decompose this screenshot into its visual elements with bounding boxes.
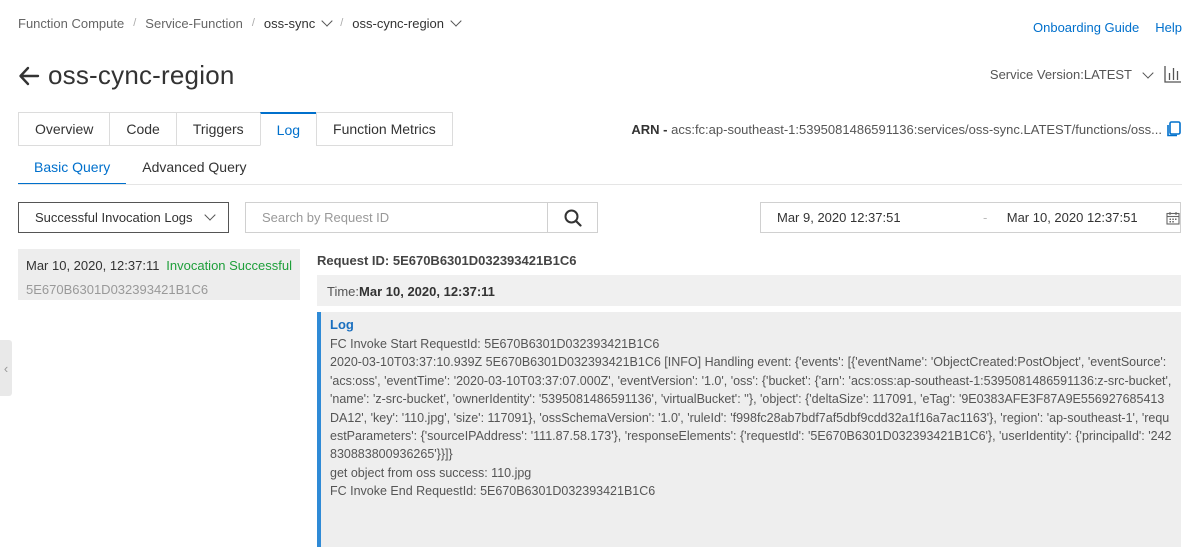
search-button[interactable]: [547, 203, 597, 232]
subtab-divider: [18, 184, 1182, 185]
log-line: FC Invoke End RequestId: 5E670B6301D0323…: [330, 484, 656, 499]
function-tabs: Overview Code Triggers Log Function Metr…: [18, 112, 453, 146]
request-list-item[interactable]: Mar 10, 2020, 12:37:11 Invocation Succes…: [18, 249, 300, 300]
query-subtabs: Basic Query Advanced Query: [18, 154, 263, 185]
log-line: 2020-03-10T03:37:10.939Z 5E670B6301D0323…: [330, 355, 1175, 462]
service-version-label: Service Version:LATEST: [989, 67, 1132, 82]
detail-time: Time:Mar 10, 2020, 12:37:11: [317, 275, 1181, 306]
arn-label: ARN -: [631, 122, 668, 137]
log-type-select[interactable]: Successful Invocation Logs: [18, 202, 229, 233]
onboarding-guide-link[interactable]: Onboarding Guide: [1033, 20, 1139, 35]
tab-code[interactable]: Code: [109, 112, 176, 146]
breadcrumb-function-label: oss-cync-region: [352, 15, 445, 31]
log-line: get object from oss success: 110.jpg: [330, 465, 532, 480]
calendar-icon[interactable]: [1166, 211, 1180, 225]
request-id: 5E670B6301D032393421B1C6: [26, 282, 209, 297]
back-arrow-icon[interactable]: [18, 65, 40, 87]
request-summary: Mar 10, 2020, 12:37:11 Invocation Succes…: [26, 258, 292, 273]
breadcrumb-separator: /: [251, 17, 255, 29]
breadcrumb-function-compute[interactable]: Function Compute: [18, 16, 124, 31]
search-icon: [564, 209, 582, 227]
service-version-dropdown[interactable]: Service Version:LATEST: [989, 66, 1154, 82]
help-link[interactable]: Help: [1155, 20, 1182, 35]
tab-overview[interactable]: Overview: [18, 112, 110, 146]
tab-log[interactable]: Log: [259, 112, 317, 146]
date-start[interactable]: Mar 9, 2020 12:37:51: [777, 210, 964, 225]
title-row: oss-cync-region: [18, 60, 235, 91]
log-panel: Log FC Invoke Start RequestId: 5E670B630…: [317, 312, 1181, 547]
request-time: Mar 10, 2020, 12:37:11: [26, 258, 160, 273]
top-links: Onboarding Guide Help: [1033, 20, 1182, 35]
subtab-basic-query[interactable]: Basic Query: [18, 154, 127, 185]
request-status: Invocation Successful: [166, 258, 292, 273]
log-type-value: Successful Invocation Logs: [35, 210, 193, 225]
detail-time-value: Mar 10, 2020, 12:37:11: [359, 284, 495, 299]
breadcrumb-separator: /: [133, 17, 137, 29]
breadcrumb-separator: /: [340, 17, 344, 29]
chevron-down-icon: [321, 14, 333, 27]
request-id-search: [245, 202, 598, 233]
chevron-down-icon: [450, 14, 462, 27]
page-title: oss-cync-region: [48, 60, 235, 90]
breadcrumb-function-dropdown[interactable]: oss-cync-region: [352, 14, 462, 31]
chevron-left-icon: ‹: [3, 360, 9, 376]
detail-time-label: Time:: [327, 284, 360, 299]
detail-request-id: Request ID: 5E670B6301D032393421B1C6: [317, 253, 577, 268]
arn-text: ARN - acs:fc:ap-southeast-1:539508148659…: [631, 122, 1162, 137]
chevron-down-icon: [1142, 66, 1154, 79]
search-input[interactable]: [246, 203, 547, 232]
breadcrumb-service-function[interactable]: Service-Function: [145, 16, 243, 31]
copy-icon[interactable]: [1166, 121, 1182, 137]
tab-triggers[interactable]: Triggers: [175, 112, 260, 146]
breadcrumb-service-dropdown[interactable]: oss-sync: [263, 14, 333, 31]
breadcrumb-service-label: oss-sync: [263, 15, 316, 31]
subtab-advanced-query[interactable]: Advanced Query: [126, 154, 262, 185]
collapse-panel-handle[interactable]: ‹: [0, 340, 12, 396]
date-separator: -: [982, 210, 988, 225]
tab-function-metrics[interactable]: Function Metrics: [316, 112, 453, 146]
chevron-down-icon: [204, 208, 216, 221]
bar-chart-icon[interactable]: [1164, 65, 1182, 83]
date-range-picker: Mar 9, 2020 12:37:51 - Mar 10, 2020 12:3…: [760, 202, 1181, 233]
breadcrumb: Function Compute / Service-Function / os…: [18, 14, 462, 32]
arn-value: acs:fc:ap-southeast-1:5395081486591136:s…: [667, 122, 1162, 137]
log-title: Log: [330, 317, 354, 332]
log-line: FC Invoke Start RequestId: 5E670B6301D03…: [330, 337, 660, 351]
date-end[interactable]: Mar 10, 2020 12:37:51: [1007, 210, 1154, 225]
